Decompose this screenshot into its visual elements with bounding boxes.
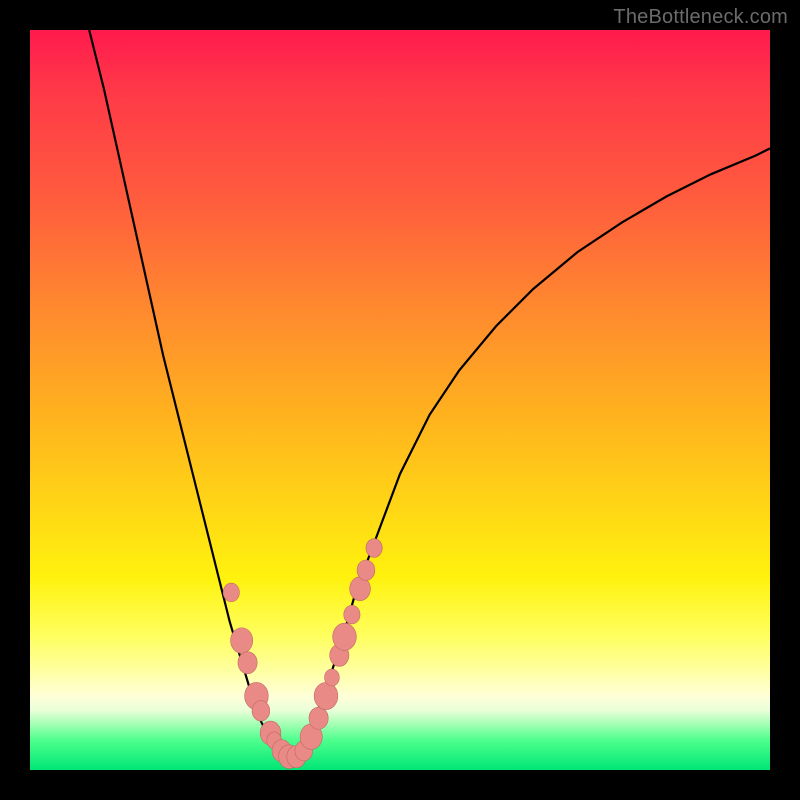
marker-dot: [252, 701, 270, 721]
curve-right-branch: [289, 148, 770, 759]
marker-dot: [314, 682, 338, 709]
marker-dot: [231, 628, 253, 654]
curve-left-branch: [89, 30, 289, 759]
marker-dot: [238, 652, 257, 674]
chart-frame: TheBottleneck.com: [0, 0, 800, 800]
chart-svg: [30, 30, 770, 770]
plot-area: [30, 30, 770, 770]
marker-dot: [223, 583, 239, 602]
marker-dot: [333, 623, 357, 650]
marker-dot: [325, 669, 340, 686]
highlight-markers: [223, 539, 382, 769]
watermark-text: TheBottleneck.com: [613, 6, 788, 29]
marker-dot: [309, 707, 328, 729]
marker-dot: [366, 539, 382, 558]
marker-dot: [357, 560, 375, 580]
marker-dot: [344, 605, 360, 624]
